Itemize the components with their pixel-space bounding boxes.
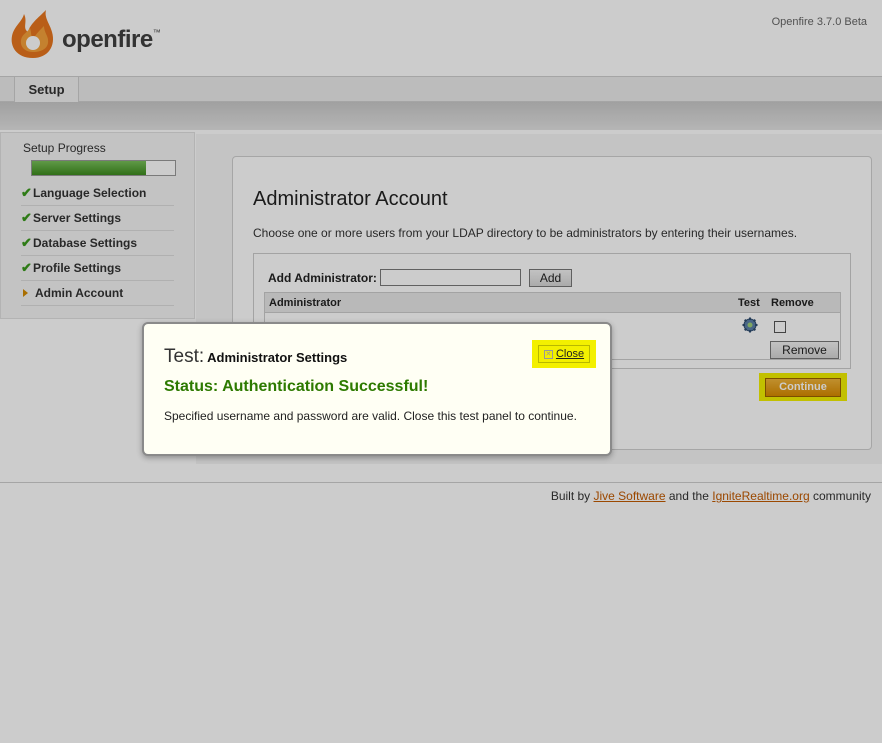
test-dialog: Test: Administrator Settings ✕ Close Stat… [142, 322, 612, 456]
close-icon: ✕ [543, 349, 553, 359]
close-button[interactable]: ✕ Close [538, 345, 590, 363]
dialog-message: Specified username and password are vali… [164, 409, 577, 423]
close-label: Close [555, 348, 585, 360]
close-highlight: ✕ Close [532, 340, 596, 368]
dialog-title: Test: Administrator Settings [164, 346, 348, 367]
dialog-status: Status: Authentication Successful! [164, 378, 429, 395]
